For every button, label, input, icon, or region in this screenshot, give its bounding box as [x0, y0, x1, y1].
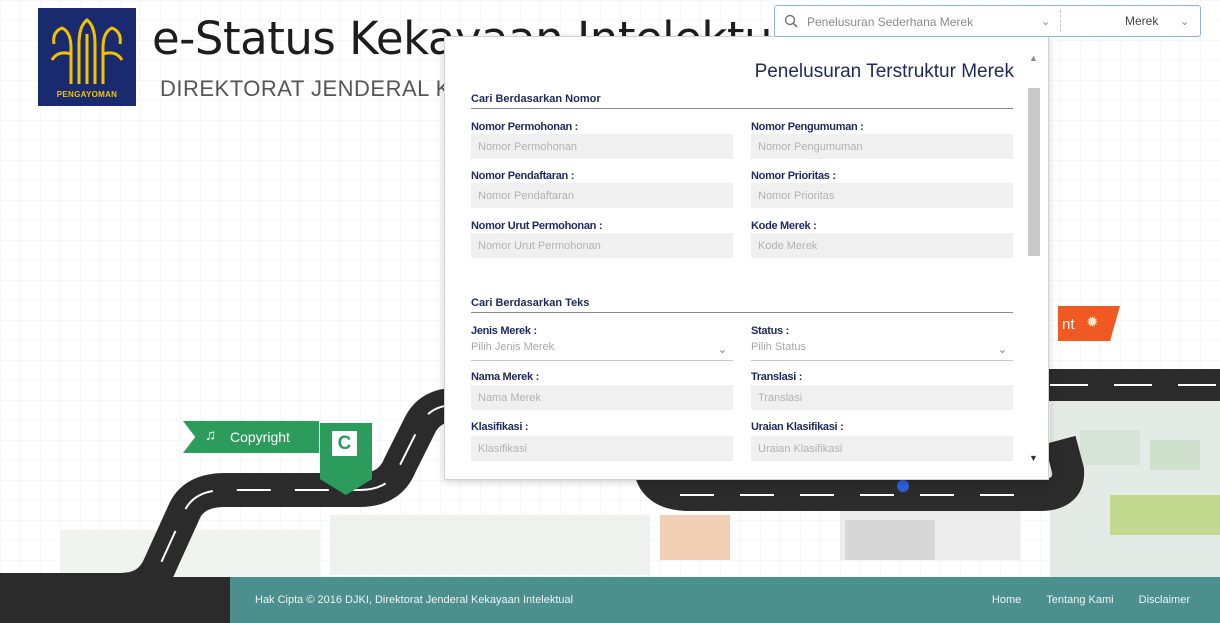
copyright-banner[interactable]: ♫ Copyright: [183, 421, 319, 453]
label-uraian-klasifikasi: Uraian Klasifikasi :: [751, 421, 844, 433]
label-translasi: Translasi :: [751, 371, 803, 383]
copyright-label: Copyright: [230, 429, 290, 445]
logo[interactable]: PENGAYOMAN: [38, 8, 136, 106]
label-klasifikasi: Klasifikasi :: [471, 421, 529, 433]
search-icon[interactable]: [784, 14, 798, 28]
patent-banner[interactable]: nt ✹: [1058, 306, 1120, 341]
search-dropdown-chevron-icon[interactable]: ⌄: [1041, 15, 1050, 28]
copyright-letter: C: [332, 431, 357, 456]
footer-link-tentang-kami[interactable]: Tentang Kami: [1046, 594, 1113, 606]
scroll-down-icon[interactable]: ▼: [1029, 453, 1038, 463]
label-nomor-pendaftaran: Nomor Pendaftaran :: [471, 170, 575, 182]
search-divider: [1060, 10, 1061, 32]
select-status-value: Pilih Status: [751, 341, 807, 353]
scrollbar-thumb[interactable]: [1028, 88, 1040, 256]
logo-text: PENGAYOMAN: [56, 90, 118, 99]
select-jenis-merek-value: Pilih Jenis Merek: [471, 341, 555, 353]
label-nama-merek: Nama Merek :: [471, 371, 539, 383]
input-nomor-permohonan[interactable]: [471, 134, 733, 159]
section-title-teks: Cari Berdasarkan Teks: [471, 297, 1013, 313]
search-category-select[interactable]: Merek: [1125, 14, 1158, 28]
label-nomor-permohonan: Nomor Permohonan :: [471, 121, 579, 133]
input-nomor-pengumuman[interactable]: [751, 134, 1013, 159]
patent-label: nt: [1062, 316, 1075, 333]
search-input[interactable]: [807, 12, 1032, 32]
search-bar: ⌄ Merek ⌄: [774, 5, 1201, 37]
category-chevron-down-icon[interactable]: ⌄: [1180, 15, 1189, 28]
structured-search-modal: Penelusuran Terstruktur Merek Cari Berda…: [444, 36, 1049, 480]
input-nomor-urut-permohonan[interactable]: [471, 233, 733, 258]
music-note-icon: ♫: [205, 427, 217, 444]
select-jenis-merek[interactable]: Pilih Jenis Merek ⌄: [471, 339, 733, 361]
label-nomor-prioritas: Nomor Prioritas :: [751, 170, 836, 182]
modal-title: Penelusuran Terstruktur Merek: [754, 61, 1014, 82]
label-status: Status :: [751, 325, 789, 337]
lightbulb-icon: ✹: [1086, 314, 1099, 331]
pengayoman-tree-icon: [50, 18, 124, 84]
select-status[interactable]: Pilih Status ⌄: [751, 339, 1013, 361]
scroll-up-icon[interactable]: ▲: [1029, 53, 1038, 63]
input-nomor-pendaftaran[interactable]: [471, 183, 733, 208]
input-kode-merek[interactable]: [751, 233, 1013, 258]
chevron-down-icon: ⌄: [997, 344, 1007, 356]
input-nama-merek[interactable]: [471, 385, 733, 410]
input-nomor-prioritas[interactable]: [751, 183, 1013, 208]
label-jenis-merek: Jenis Merek :: [471, 325, 537, 337]
modal-scrollbar[interactable]: ▲ ▼: [1025, 53, 1042, 471]
label-nomor-pengumuman: Nomor Pengumuman :: [751, 121, 864, 133]
footer-link-disclaimer[interactable]: Disclaimer: [1139, 594, 1190, 606]
input-klasifikasi[interactable]: [471, 436, 733, 461]
label-nomor-urut-permohonan: Nomor Urut Permohonan :: [471, 220, 603, 232]
input-translasi[interactable]: [751, 385, 1013, 410]
footer: Hak Cipta © 2016 DJKI, Direktorat Jender…: [0, 577, 1220, 623]
footer-link-home[interactable]: Home: [992, 594, 1021, 606]
footer-links: Home Tentang Kami Disclaimer: [970, 594, 1190, 606]
label-kode-merek: Kode Merek :: [751, 220, 817, 232]
section-title-nomor: Cari Berdasarkan Nomor: [471, 93, 1013, 109]
chevron-down-icon: ⌄: [717, 344, 727, 356]
input-uraian-klasifikasi[interactable]: [751, 436, 1013, 461]
footer-copyright: Hak Cipta © 2016 DJKI, Direktorat Jender…: [255, 594, 574, 606]
footer-road-segment: [0, 577, 230, 623]
